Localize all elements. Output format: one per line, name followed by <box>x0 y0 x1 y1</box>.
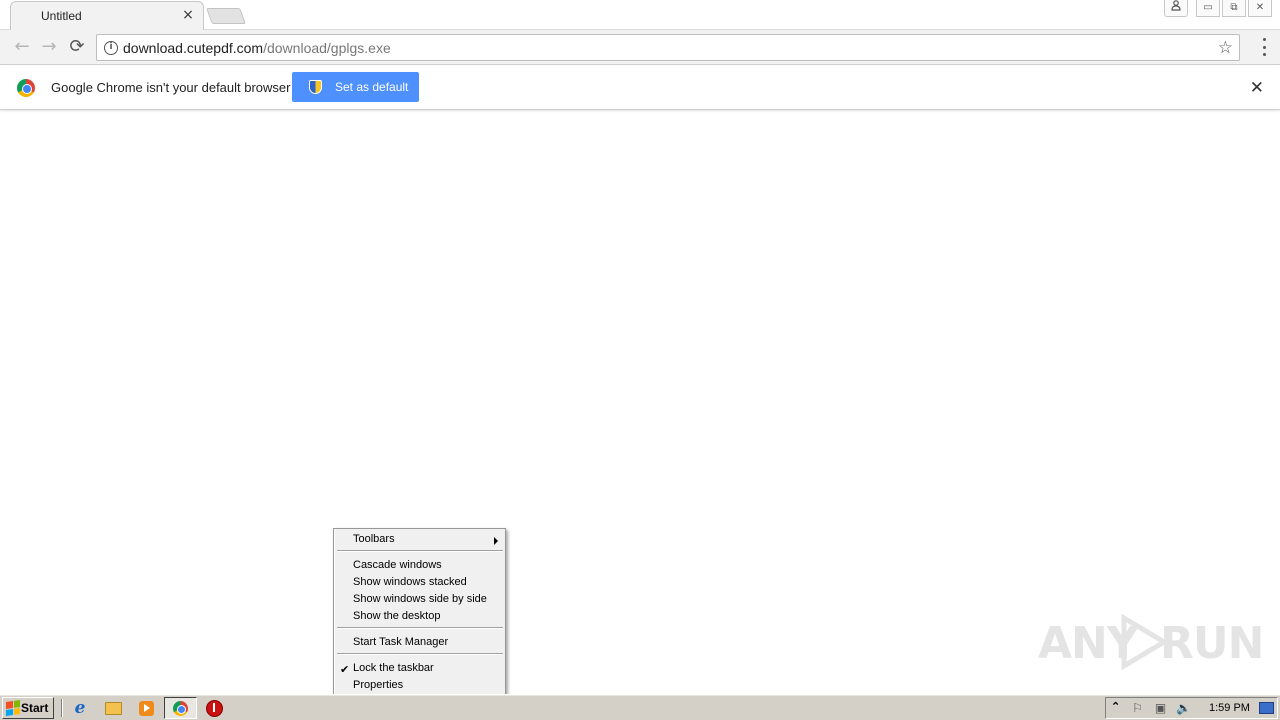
submenu-arrow-icon <box>494 537 498 545</box>
taskbar-context-menu: Toolbars Cascade windows Show windows st… <box>333 528 506 696</box>
media-player-icon[interactable] <box>137 699 155 717</box>
window-controls: ▭ ⧉ ✕ <box>1164 0 1272 18</box>
clock-time[interactable]: 1:59 PM <box>1209 702 1250 714</box>
menu-item-label: Cascade windows <box>353 559 442 571</box>
watermark-text-right: RUN <box>1160 618 1264 669</box>
screen: Untitled × ▭ ⧉ ✕ ← → ⟳ i download.cutepd… <box>0 0 1280 720</box>
menu-item-toolbars[interactable]: Toolbars <box>336 531 503 548</box>
network-icon[interactable]: ▣ <box>1153 701 1168 716</box>
menu-item-label: Toolbars <box>353 533 395 545</box>
chrome-logo-icon <box>17 79 35 97</box>
set-as-default-label: Set as default <box>335 80 409 94</box>
browser-toolbar: ← → ⟳ i download.cutepdf.com/download/gp… <box>0 30 1280 65</box>
windows-logo-icon <box>6 700 20 716</box>
person-icon <box>1171 0 1181 11</box>
show-desktop-icon[interactable] <box>1259 702 1274 714</box>
tab-untitled[interactable]: Untitled × <box>10 1 204 30</box>
volume-icon[interactable]: 🔈 <box>1176 701 1191 716</box>
menu-item-show-the-desktop[interactable]: Show the desktop <box>336 608 503 625</box>
menu-item-label: Show windows side by side <box>353 593 487 605</box>
back-button[interactable]: ← <box>12 37 32 57</box>
menu-item-show-windows-stacked[interactable]: Show windows stacked <box>336 574 503 591</box>
menu-item-cascade-windows[interactable]: Cascade windows <box>336 557 503 574</box>
info-icon[interactable]: i <box>104 41 118 55</box>
menu-separator <box>337 550 503 552</box>
uac-shield-icon <box>309 80 322 94</box>
stop-sign-icon[interactable] <box>205 699 223 717</box>
default-browser-infobar: Google Chrome isn't your default browser… <box>0 66 1280 110</box>
show-hidden-icons-button[interactable]: ⌃ <box>1111 700 1120 713</box>
menu-item-lock-the-taskbar[interactable]: ✔ Lock the taskbar <box>336 660 503 677</box>
address-bar[interactable]: i download.cutepdf.com/download/gplgs.ex… <box>96 34 1240 61</box>
menu-item-show-windows-side-by-side[interactable]: Show windows side by side <box>336 591 503 608</box>
profile-icon[interactable] <box>1164 0 1188 17</box>
menu-separator <box>337 627 503 629</box>
taskbar-separator <box>61 699 63 717</box>
taskbar-chrome-button[interactable] <box>164 697 197 719</box>
menu-separator <box>337 653 503 655</box>
forward-button[interactable]: → <box>39 37 59 57</box>
file-explorer-icon[interactable] <box>104 699 122 717</box>
menu-item-label: Lock the taskbar <box>353 662 434 674</box>
menu-item-label: Properties <box>353 679 404 691</box>
url-host: download.cutepdf.com <box>123 40 264 56</box>
url-path: /download/gplgs.exe <box>263 40 391 56</box>
taskbar: Start e ⌃ ⚐ ▣ 🔈 1:59 PM <box>0 694 1280 720</box>
minimize-button[interactable]: ▭ <box>1196 0 1220 17</box>
new-tab-button[interactable] <box>206 8 246 24</box>
infobar-close-icon[interactable]: ✕ <box>1250 78 1264 98</box>
menu-item-start-task-manager[interactable]: Start Task Manager <box>336 634 503 651</box>
start-label: Start <box>21 701 49 715</box>
reload-button[interactable]: ⟳ <box>67 37 87 57</box>
checkmark-icon: ✔ <box>340 664 350 676</box>
tab-title: Untitled <box>41 9 82 23</box>
infobar-message: Google Chrome isn't your default browser <box>51 80 291 95</box>
chrome-icon <box>173 701 188 716</box>
action-center-flag-icon[interactable]: ⚐ <box>1130 701 1145 716</box>
menu-item-label: Show the desktop <box>353 610 441 622</box>
restore-button[interactable]: ⧉ <box>1222 0 1246 17</box>
start-button[interactable]: Start <box>2 697 54 719</box>
menu-item-label: Start Task Manager <box>353 636 449 648</box>
anyrun-watermark: ANY RUN <box>1038 612 1264 672</box>
tab-close-icon[interactable]: × <box>181 8 195 22</box>
internet-explorer-icon[interactable]: e <box>71 698 89 718</box>
tab-strip: Untitled × ▭ ⧉ ✕ <box>0 0 1280 30</box>
bookmark-star-icon[interactable]: ☆ <box>1218 38 1233 58</box>
set-as-default-button[interactable]: Set as default <box>292 72 419 102</box>
menu-item-properties[interactable]: Properties <box>336 677 503 694</box>
chrome-menu-icon[interactable] <box>1262 38 1266 56</box>
menu-item-label: Show windows stacked <box>353 576 467 588</box>
close-window-button[interactable]: ✕ <box>1248 0 1272 17</box>
system-tray: ⌃ ⚐ ▣ 🔈 1:59 PM <box>1105 697 1278 719</box>
url-text[interactable]: download.cutepdf.com/download/gplgs.exe <box>123 40 391 56</box>
